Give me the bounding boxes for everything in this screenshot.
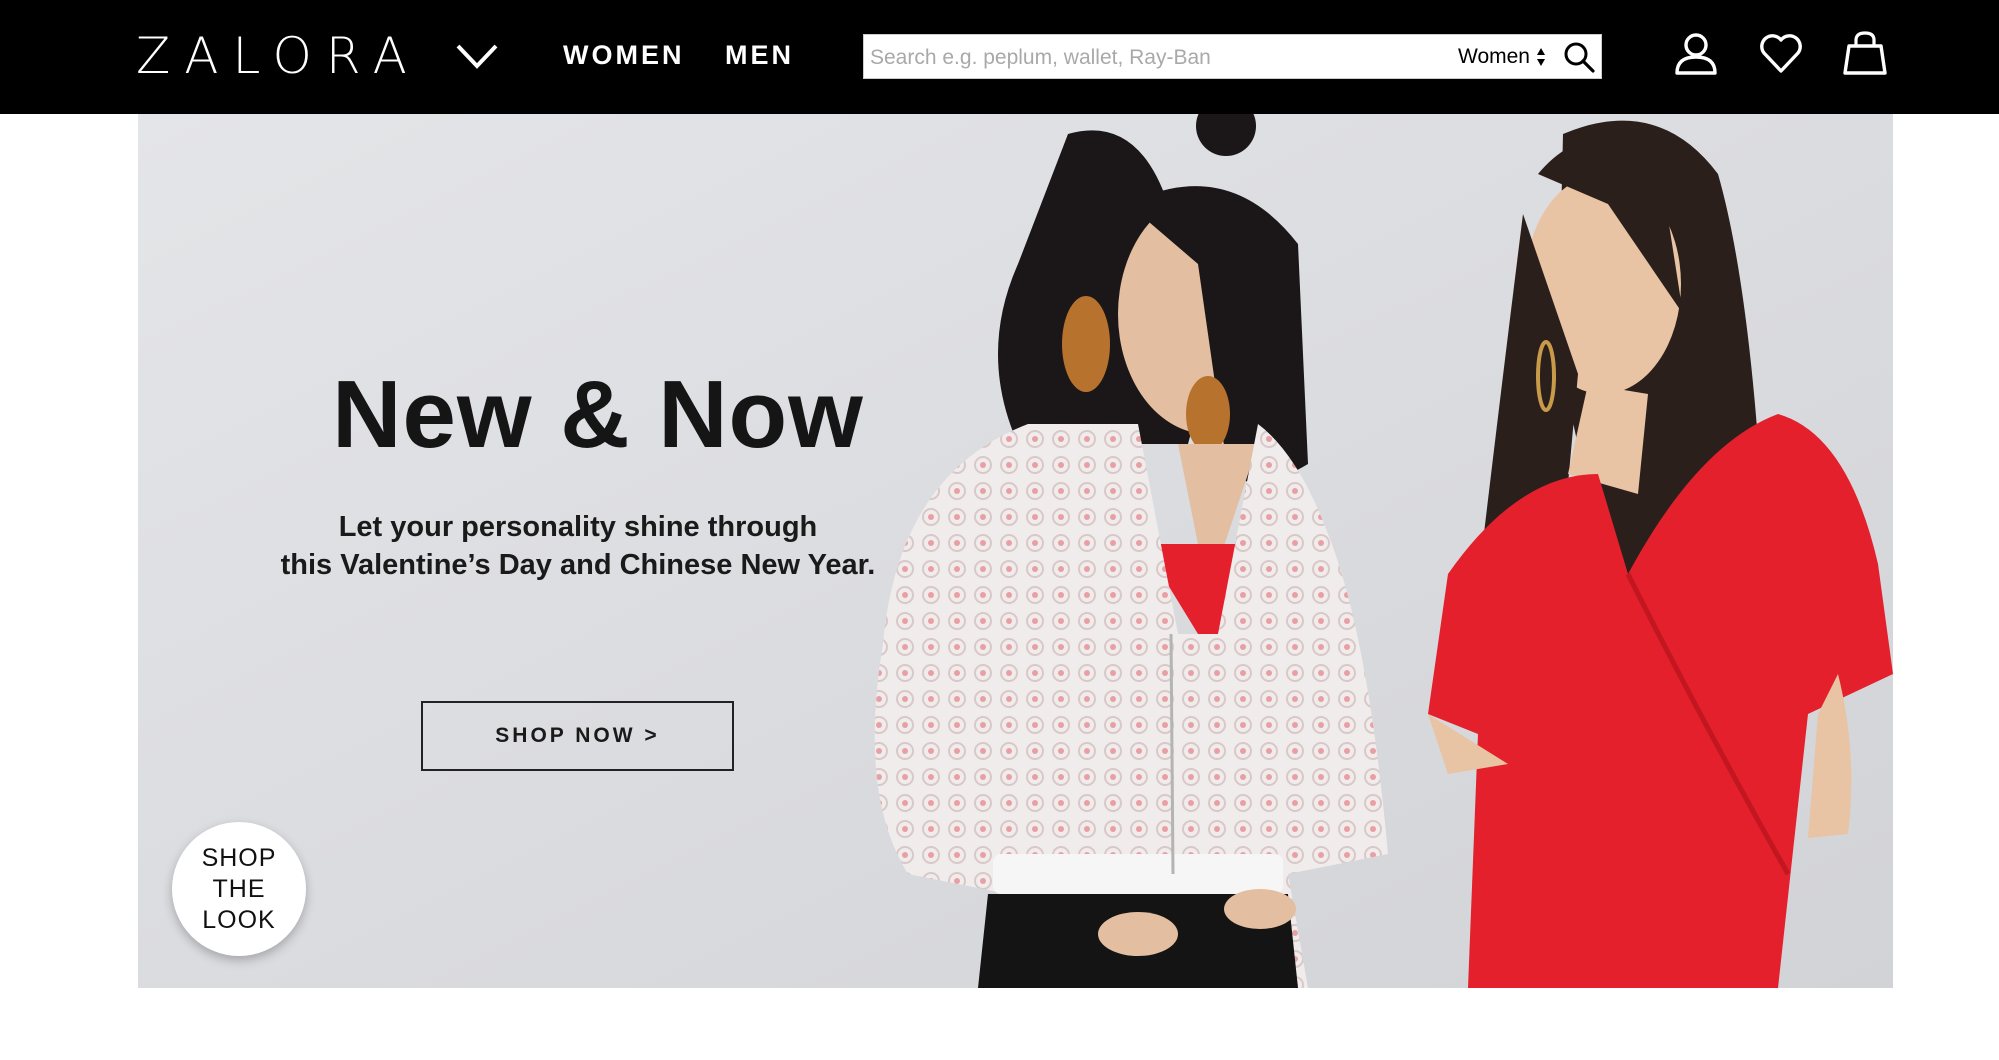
search-bar: Women [863, 34, 1602, 79]
sort-updown-icon [1536, 48, 1545, 66]
brand-logo[interactable]: ZALORA [136, 28, 421, 84]
shop-the-look-label: THE [212, 874, 266, 903]
nav-men[interactable]: MEN [725, 38, 794, 72]
shop-the-look-button[interactable]: SHOP THE LOOK [172, 822, 306, 956]
search-category-value: Women [1458, 45, 1530, 68]
hero-banner[interactable]: New & Now Let your personality shine thr… [138, 114, 1893, 988]
chevron-down-icon[interactable] [455, 41, 499, 71]
hero-subtitle: Let your personality shine through this … [238, 508, 918, 584]
top-navigation-bar: ZALORA WOMEN MEN Women [0, 0, 1999, 114]
nav-women[interactable]: WOMEN [563, 38, 684, 72]
user-icon[interactable] [1673, 30, 1719, 76]
hero-subtitle-line: this Valentine’s Day and Chinese New Yea… [280, 549, 876, 581]
search-icon[interactable] [1562, 40, 1596, 74]
shop-the-look-label: SHOP [201, 843, 277, 872]
shop-now-button[interactable]: SHOP NOW > [421, 701, 734, 771]
hero-subtitle-line: Let your personality shine through [338, 511, 818, 543]
shop-the-look-label: LOOK [202, 905, 276, 934]
search-category-select[interactable]: Women [1458, 41, 1546, 73]
search-input[interactable] [868, 38, 1432, 77]
hero-title: New & Now [332, 361, 864, 468]
zalora-logo-menu[interactable]: ZALORA [136, 28, 499, 84]
heart-icon[interactable] [1758, 30, 1804, 76]
shopping-bag-icon[interactable] [1842, 30, 1888, 76]
